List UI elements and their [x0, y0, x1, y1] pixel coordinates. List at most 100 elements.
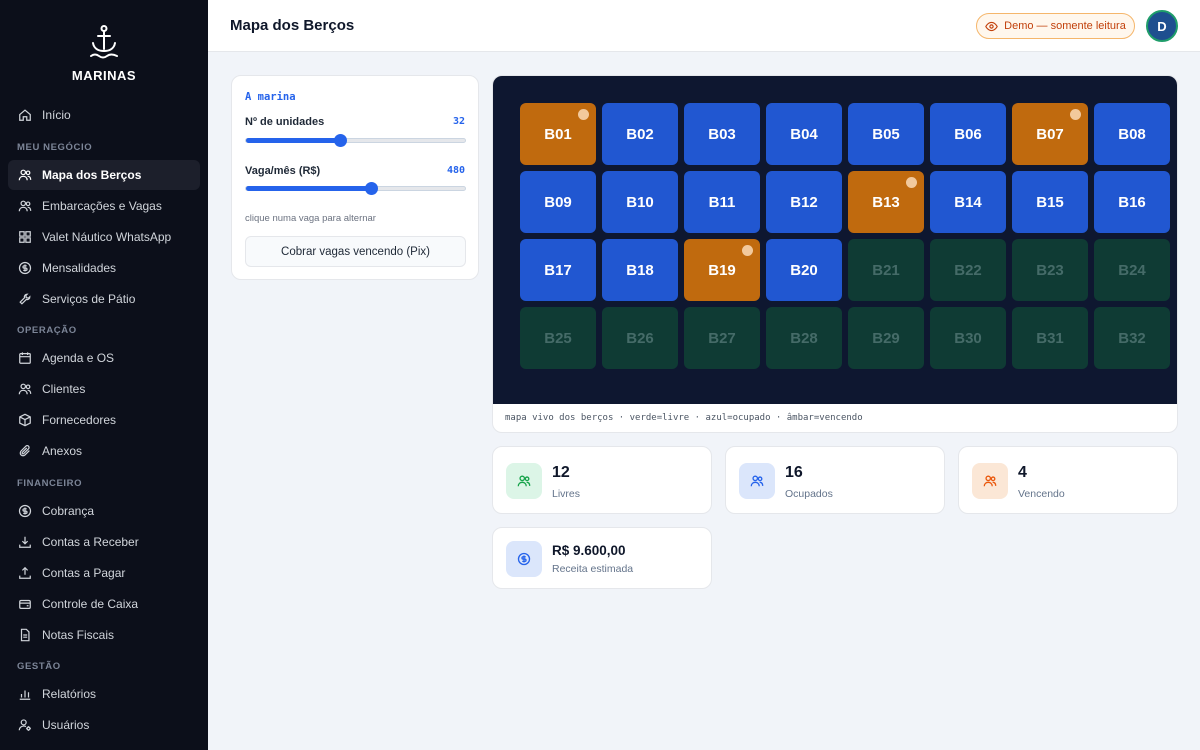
berth-b15[interactable]: B15 [1012, 171, 1088, 233]
berth-b21[interactable]: B21 [848, 239, 924, 301]
units-slider[interactable] [245, 134, 466, 147]
berth-b32[interactable]: B32 [1094, 307, 1170, 369]
sidebar-item-servicos-de-patio[interactable]: Serviços de Pátio [8, 284, 200, 314]
berth-b01[interactable]: B01 [520, 103, 596, 165]
users-icon [750, 475, 764, 487]
stat-label-expiring: Vencendo [1018, 488, 1065, 500]
berth-b17[interactable]: B17 [520, 239, 596, 301]
sidebar-item-label: Clientes [42, 382, 86, 396]
berth-b20[interactable]: B20 [766, 239, 842, 301]
berth-b06[interactable]: B06 [930, 103, 1006, 165]
sidebar-item-label: Contas a Receber [42, 535, 139, 549]
berth-b02[interactable]: B02 [602, 103, 678, 165]
units-slider-thumb[interactable] [334, 134, 348, 147]
sidebar-item-valet-nautico[interactable]: Valet Náutico WhatsApp [8, 222, 200, 252]
price-slider-fill [246, 186, 371, 191]
berth-b27[interactable]: B27 [684, 307, 760, 369]
file-icon [20, 628, 30, 642]
price-slider[interactable] [245, 182, 466, 195]
berth-b25[interactable]: B25 [520, 307, 596, 369]
section-operacao: OPERAÇÃO [17, 325, 77, 336]
berth-b03[interactable]: B03 [684, 103, 760, 165]
berth-b13[interactable]: B13 [848, 171, 924, 233]
sidebar-item-usuarios[interactable]: Usuários [8, 710, 200, 740]
berth-b19[interactable]: B19 [684, 239, 760, 301]
sidebar-item-label: Embarcações e Vagas [42, 199, 162, 213]
berth-b29[interactable]: B29 [848, 307, 924, 369]
stat-card-occupied: 16 Ocupados [725, 446, 945, 514]
sidebar-item-label: Usuários [42, 718, 90, 732]
berth-b09[interactable]: B09 [520, 171, 596, 233]
berth-b31[interactable]: B31 [1012, 307, 1088, 369]
expiring-dot [578, 109, 589, 120]
users-icon [517, 475, 531, 487]
berth-b14[interactable]: B14 [930, 171, 1006, 233]
user-gear-icon [18, 719, 31, 731]
berth-b26[interactable]: B26 [602, 307, 678, 369]
sidebar-item-agenda-e-os[interactable]: Agenda e OS [8, 343, 200, 373]
sidebar-item-contas-a-receber[interactable]: Contas a Receber [8, 527, 200, 557]
berth-b18[interactable]: B18 [602, 239, 678, 301]
berth-b11[interactable]: B11 [684, 171, 760, 233]
dollar-circle-icon [517, 552, 531, 566]
stat-value-expiring: 4 [1018, 464, 1027, 481]
berth-b05[interactable]: B05 [848, 103, 924, 165]
berth-b07[interactable]: B07 [1012, 103, 1088, 165]
sidebar-item-label: Serviços de Pátio [42, 292, 136, 306]
stat-icon-revenue [506, 541, 542, 577]
sidebar-item-label: Cobrança [42, 504, 95, 518]
berth-b08[interactable]: B08 [1094, 103, 1170, 165]
upload-icon [19, 566, 31, 579]
paperclip-icon [19, 445, 30, 457]
berth-b24[interactable]: B24 [1094, 239, 1170, 301]
expiring-dot [1070, 109, 1081, 120]
sidebar-item-embarcacoes-e-vagas[interactable]: Embarcações e Vagas [8, 191, 200, 221]
section-gestao: GESTÃO [17, 661, 61, 672]
sidebar-item-label: Fornecedores [42, 413, 117, 427]
price-slider-thumb[interactable] [364, 182, 378, 195]
berth-b10[interactable]: B10 [602, 171, 678, 233]
berth-b04[interactable]: B04 [766, 103, 842, 165]
sidebar-item-mapa-dos-bercos[interactable]: Mapa dos Berços [8, 160, 200, 190]
charge-expiring-button[interactable]: Cobrar vagas vencendo (Pix) [245, 236, 466, 267]
wallet-icon [19, 599, 31, 609]
sidebar-item-relatorios[interactable]: Relatórios [8, 679, 200, 709]
sidebar-item-fornecedores[interactable]: Fornecedores [8, 405, 200, 435]
sidebar-item-clientes[interactable]: Clientes [8, 374, 200, 404]
sidebar-item-label: Anexos [42, 444, 83, 458]
sidebar-item-anexos[interactable]: Anexos [8, 436, 200, 466]
stat-label-occupied: Ocupados [785, 488, 833, 500]
stat-label-free: Livres [552, 488, 581, 500]
sidebar-item-mensalidades[interactable]: Mensalidades [8, 253, 200, 283]
grid-icon [19, 231, 31, 243]
users-icon [18, 169, 32, 181]
sidebar-item-inicio[interactable]: Início [8, 100, 200, 130]
download-icon [19, 536, 31, 548]
wrench-icon [19, 293, 31, 305]
price-value: 480 [446, 165, 465, 176]
berth-b30[interactable]: B30 [930, 307, 1006, 369]
berth-b22[interactable]: B22 [930, 239, 1006, 301]
sidebar-item-contas-a-pagar[interactable]: Contas a Pagar [8, 558, 200, 588]
brand: MARINAS [0, 0, 208, 98]
section-financeiro: FINANCEIRO [17, 478, 83, 489]
avatar[interactable]: D [1146, 10, 1178, 42]
berth-b23[interactable]: B23 [1012, 239, 1088, 301]
sidebar-item-cobranca[interactable]: Cobrança [8, 496, 200, 526]
sidebar: MARINAS Início MEU NEGÓCIO Mapa dos Berç… [0, 0, 208, 750]
sidebar-item-label: Mensalidades [42, 261, 117, 275]
sidebar-item-controle-de-caixa[interactable]: Controle de Caixa [8, 589, 200, 619]
berth-b16[interactable]: B16 [1094, 171, 1170, 233]
sidebar-item-label: Relatórios [42, 687, 97, 701]
berth-b12[interactable]: B12 [766, 171, 842, 233]
price-label: Vaga/mês (R$) [245, 165, 321, 177]
demo-badge-label: Demo — somente leitura [1004, 20, 1126, 32]
sidebar-item-label: Valet Náutico WhatsApp [42, 230, 172, 244]
toggle-hint: clique numa vaga para alternar [245, 213, 376, 224]
expiring-dot [906, 177, 917, 188]
stat-icon-occupied [739, 463, 775, 499]
sidebar-item-notas-fiscais[interactable]: Notas Fiscais [8, 620, 200, 650]
stat-value-revenue: R$ 9.600,00 [552, 543, 626, 558]
berth-b28[interactable]: B28 [766, 307, 842, 369]
bar-chart-icon [19, 690, 31, 700]
